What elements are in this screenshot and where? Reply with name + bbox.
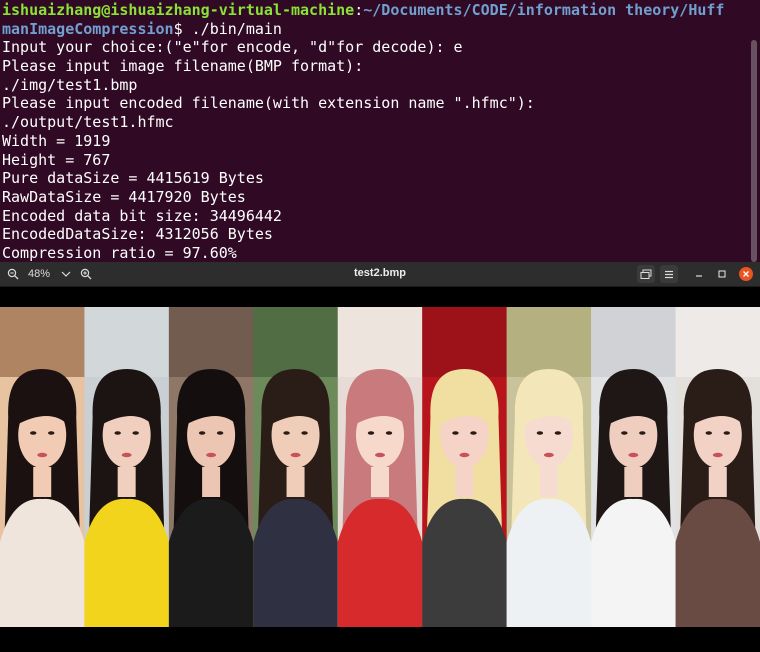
image-canvas[interactable] bbox=[0, 287, 760, 652]
zoom-menu-button[interactable] bbox=[58, 265, 74, 283]
terminal-output: ishuaizhang@ishuaizhang-virtual-machine:… bbox=[2, 1, 746, 262]
terminal-line: Please input encoded filename(with exten… bbox=[2, 94, 535, 113]
minimize-icon bbox=[696, 275, 702, 277]
prompt-path-cont: manImageCompression bbox=[2, 19, 174, 38]
portrait-panel bbox=[337, 307, 423, 627]
minimize-button[interactable] bbox=[690, 265, 708, 283]
terminal-line: Compression ratio = 97.60% bbox=[2, 243, 237, 262]
prompt-path: ~/Documents/CODE/information theory/Huff bbox=[363, 1, 725, 19]
gallery-icon bbox=[640, 269, 652, 279]
portrait-panel bbox=[84, 307, 170, 627]
terminal-line: Height = 767 bbox=[2, 150, 111, 169]
portrait-panel bbox=[675, 307, 760, 627]
image-viewer-header: 48% test2.bmp bbox=[0, 262, 760, 287]
terminal-scrollbar[interactable] bbox=[751, 40, 757, 262]
portrait-panel bbox=[506, 307, 592, 627]
gallery-button[interactable] bbox=[637, 265, 655, 283]
maximize-button[interactable] bbox=[713, 265, 731, 283]
terminal-line: EncodedDataSize: 4312056 Bytes bbox=[2, 225, 273, 244]
terminal-line: Input your choice:("e"for encode, "d"for… bbox=[2, 38, 463, 57]
portrait-panel bbox=[0, 307, 85, 627]
close-button[interactable] bbox=[739, 267, 753, 281]
displayed-image bbox=[0, 307, 760, 627]
portrait-panel bbox=[422, 307, 508, 627]
maximize-icon bbox=[718, 270, 726, 278]
portrait-panel bbox=[253, 307, 339, 627]
terminal-prompt-line-cont: manImageCompression$ ./bin/main bbox=[2, 19, 282, 38]
terminal-output-lines: Input your choice:("e"for encode, "d"for… bbox=[2, 38, 746, 262]
menu-button[interactable] bbox=[660, 265, 678, 283]
terminal-line: Please input image filename(BMP format): bbox=[2, 57, 364, 76]
zoom-out-button[interactable] bbox=[4, 265, 22, 283]
portrait-panel bbox=[168, 307, 254, 627]
zoom-level[interactable]: 48% bbox=[24, 265, 54, 283]
terminal-prompt-line: ishuaizhang@ishuaizhang-virtual-machine:… bbox=[2, 1, 725, 19]
prompt-command: ./bin/main bbox=[191, 19, 282, 38]
portrait-panel bbox=[591, 307, 677, 627]
hamburger-icon bbox=[665, 270, 673, 278]
terminal-window[interactable]: ishuaizhang@ishuaizhang-virtual-machine:… bbox=[0, 0, 760, 262]
terminal-line: Width = 1919 bbox=[2, 131, 111, 150]
terminal-line: Encoded data bit size: 34496442 bbox=[2, 206, 282, 225]
prompt-user-host: ishuaizhang@ishuaizhang-virtual-machine bbox=[2, 1, 355, 19]
terminal-line: Pure dataSize = 4415619 Bytes bbox=[2, 169, 264, 188]
chevron-down-icon bbox=[61, 271, 71, 277]
terminal-line: ./output/test1.hfmc bbox=[2, 113, 174, 132]
terminal-line: ./img/test1.bmp bbox=[2, 75, 138, 94]
close-icon bbox=[743, 271, 749, 277]
zoom-in-icon bbox=[80, 268, 92, 280]
zoom-in-button[interactable] bbox=[77, 265, 95, 283]
zoom-out-icon bbox=[7, 268, 19, 280]
terminal-line: RawDataSize = 4417920 Bytes bbox=[2, 187, 246, 206]
